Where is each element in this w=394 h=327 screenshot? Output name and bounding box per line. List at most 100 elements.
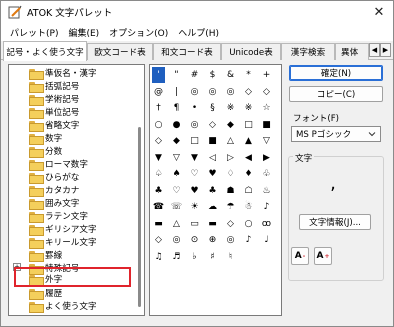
char-cell[interactable]: † <box>152 100 165 116</box>
char-cell[interactable]: ♤ <box>152 166 165 182</box>
char-cell[interactable]: ☎ <box>152 199 165 215</box>
char-cell[interactable]: § <box>206 100 219 116</box>
decrease-size-button[interactable]: A- <box>291 247 309 265</box>
char-cell[interactable]: □ <box>242 117 255 133</box>
char-cell[interactable]: ◆ <box>224 117 237 133</box>
tab-western-code[interactable]: 欧文コード表 <box>87 43 153 60</box>
char-cell[interactable]: ¶ <box>170 100 183 116</box>
char-cell[interactable]: ☁ <box>206 199 219 215</box>
char-cell[interactable]: ▼ <box>188 150 201 166</box>
tree-item[interactable]: 準仮名・漢字 <box>29 67 97 80</box>
char-cell[interactable]: ♪ <box>242 232 255 248</box>
char-cell[interactable]: ◇ <box>152 133 165 149</box>
tree-item[interactable]: 数字 <box>29 132 62 145</box>
char-cell[interactable]: ♢ <box>224 166 237 182</box>
char-cell[interactable]: ♥ <box>188 183 201 199</box>
char-cell[interactable]: ⊙ <box>188 232 201 248</box>
char-cell[interactable]: ' <box>152 67 165 83</box>
tab-scroll-left-button[interactable]: ◀ <box>369 43 380 57</box>
char-cell[interactable]: ♫ <box>152 249 165 265</box>
char-cell[interactable]: $ <box>206 67 219 83</box>
char-cell[interactable]: + <box>260 67 273 83</box>
tree-item[interactable]: キリール文字 <box>29 236 97 249</box>
char-cell[interactable]: ◎ <box>188 84 201 100</box>
tab-unicode[interactable]: Unicode表 <box>221 43 281 60</box>
char-cell[interactable]: △ <box>170 216 183 232</box>
char-cell[interactable]: ♨ <box>260 183 273 199</box>
tree-scroll-thumb[interactable] <box>138 127 141 307</box>
char-cell[interactable]: ◇ <box>260 84 273 100</box>
tree-item[interactable]: ローマ数字 <box>29 158 88 171</box>
tree-item[interactable]: 省略文字 <box>29 119 79 132</box>
tree-item[interactable]: ギリシア文字 <box>29 223 97 236</box>
tree-item-history[interactable]: 履歴 <box>29 287 62 300</box>
char-cell[interactable]: ▲ <box>242 133 255 149</box>
char-cell[interactable]: ◎ <box>224 232 237 248</box>
char-cell[interactable]: ■ <box>206 133 219 149</box>
char-cell[interactable]: ▷ <box>224 150 237 166</box>
char-cell[interactable]: ▶ <box>260 150 273 166</box>
char-cell[interactable]: * <box>242 67 255 83</box>
char-cell[interactable]: | <box>170 84 183 100</box>
menu-help[interactable]: ヘルプ(H) <box>173 26 224 39</box>
tree-scrollbar[interactable] <box>136 67 144 313</box>
char-cell[interactable]: ◎ <box>224 84 237 100</box>
char-cell[interactable]: & <box>224 67 237 83</box>
char-cell[interactable]: ○ <box>152 117 165 133</box>
char-cell[interactable]: • <box>188 100 201 116</box>
char-cell[interactable]: ☖ <box>242 183 255 199</box>
tree-item[interactable]: 学術記号 <box>29 93 79 106</box>
char-cell[interactable]: ⊕ <box>206 232 219 248</box>
char-cell[interactable]: ※ <box>242 100 255 116</box>
char-cell[interactable]: ◆ <box>170 133 183 149</box>
char-cell[interactable]: ◇ <box>224 216 237 232</box>
char-cell[interactable]: ♣ <box>206 183 219 199</box>
char-cell[interactable]: @ <box>152 84 165 100</box>
increase-size-button[interactable]: A + <box>314 247 332 265</box>
char-cell[interactable]: ◇ <box>152 232 165 248</box>
tab-variant[interactable]: 異体 <box>335 43 369 60</box>
tree-item[interactable]: ひらがな <box>29 171 79 184</box>
char-cell[interactable]: ☀ <box>188 199 201 215</box>
char-cell[interactable]: ♬ <box>170 249 183 265</box>
tab-scroll-right-button[interactable]: ▶ <box>380 43 391 57</box>
char-cell[interactable]: ※ <box>224 100 237 116</box>
menu-palette[interactable]: パレット(P) <box>5 26 63 39</box>
menu-options[interactable]: オプション(O) <box>104 26 173 39</box>
tab-japanese-code[interactable]: 和文コード表 <box>153 43 221 60</box>
char-cell[interactable]: ♥ <box>206 166 219 182</box>
tree-item[interactable]: 分数 <box>29 145 62 158</box>
char-cell[interactable]: ♡ <box>170 183 183 199</box>
font-select[interactable]: MS Pゴシック <box>291 126 381 142</box>
char-cell[interactable]: ☏ <box>170 199 183 215</box>
char-cell[interactable]: ♠ <box>170 166 183 182</box>
char-cell[interactable]: ● <box>170 117 183 133</box>
tab-symbols-frequent[interactable]: 記号・よく使う文字 <box>3 41 87 61</box>
char-cell[interactable]: ▽ <box>170 150 183 166</box>
char-cell[interactable]: ■ <box>260 117 273 133</box>
char-cell[interactable]: ☃ <box>242 199 255 215</box>
tab-kanji-search[interactable]: 漢字検索 <box>281 43 335 60</box>
tree-item[interactable]: 単位記号 <box>29 106 79 119</box>
char-cell[interactable]: ▬ <box>206 216 219 232</box>
tree-item[interactable]: 罫線 <box>29 249 62 262</box>
char-cell[interactable]: ♣ <box>152 183 165 199</box>
char-cell[interactable]: ☂ <box>224 199 237 215</box>
char-cell[interactable]: ▬ <box>152 216 165 232</box>
char-cell[interactable]: ♧ <box>260 166 273 182</box>
char-cell[interactable]: ♯ <box>206 249 219 265</box>
char-cell[interactable]: △ <box>224 133 237 149</box>
menu-edit[interactable]: 編集(E) <box>63 26 104 39</box>
char-cell[interactable]: ◀ <box>242 150 255 166</box>
char-cell[interactable]: ☗ <box>224 183 237 199</box>
char-cell[interactable]: ♪ <box>260 199 273 215</box>
char-cell[interactable]: ◎ <box>206 84 219 100</box>
char-cell[interactable]: # <box>188 67 201 83</box>
char-cell[interactable]: ꝏ <box>260 216 273 232</box>
tree-item[interactable]: ラテン文字 <box>29 210 88 223</box>
tree-item[interactable]: カタカナ <box>29 184 79 197</box>
char-cell[interactable]: ♦ <box>242 166 255 182</box>
char-cell[interactable]: ◁ <box>206 150 219 166</box>
confirm-button[interactable]: 確定(N) <box>289 65 383 81</box>
copy-button[interactable]: コピー(C) <box>289 86 383 102</box>
